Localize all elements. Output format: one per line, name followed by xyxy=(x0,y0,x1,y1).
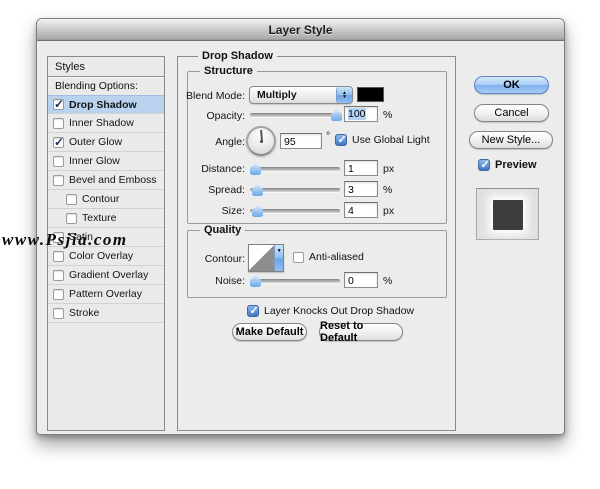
distance-slider-track[interactable] xyxy=(250,167,340,171)
anti-aliased-row[interactable]: Anti-aliased xyxy=(293,251,364,263)
sidebar-item-label: Color Overlay xyxy=(69,250,134,262)
angle-center-dot-icon xyxy=(259,139,263,143)
blend-mode-label: Blend Mode: xyxy=(186,90,245,102)
make-default-button[interactable]: Make Default xyxy=(232,323,307,341)
popup-stepper-icon: ▲ ▼ xyxy=(336,87,352,103)
color-overlay-checkbox[interactable] xyxy=(53,250,64,262)
panel-title: Drop Shadow xyxy=(198,50,277,62)
new-style-button[interactable]: New Style... xyxy=(469,131,553,149)
spread-label: Spread: xyxy=(208,184,245,196)
angle-field[interactable] xyxy=(280,133,322,149)
blend-mode-value: Multiply xyxy=(257,89,297,101)
sidebar-item-label: Contour xyxy=(82,193,120,205)
size-field[interactable] xyxy=(344,202,378,218)
layer-style-dialog: Layer Style Styles Blending Options: Def… xyxy=(36,18,565,435)
sidebar-item-blending-options[interactable]: Blending Options: Default xyxy=(48,77,164,111)
bevel-emboss-checkbox[interactable] xyxy=(53,174,64,186)
pattern-overlay-checkbox[interactable] xyxy=(53,288,64,300)
texture-checkbox[interactable] xyxy=(66,212,77,224)
stroke-checkbox[interactable] xyxy=(53,307,64,319)
spread-unit: % xyxy=(383,184,393,196)
cancel-button[interactable]: Cancel xyxy=(474,104,549,122)
sidebar-item-label: Bevel and Emboss xyxy=(69,174,157,186)
inner-shadow-checkbox[interactable] xyxy=(53,117,64,129)
preview-shadow-square xyxy=(493,200,523,230)
preview-checkbox[interactable] xyxy=(478,158,490,171)
use-global-light-row[interactable]: Use Global Light xyxy=(335,133,430,146)
quality-title: Quality xyxy=(200,224,246,236)
distance-label: Distance: xyxy=(201,163,245,175)
sidebar-item-label: Stroke xyxy=(69,307,100,319)
sidebar-item-inner-shadow[interactable]: Inner Shadow xyxy=(48,114,164,133)
noise-unit: % xyxy=(383,275,393,287)
contour-checkbox[interactable] xyxy=(66,193,77,205)
knockout-row[interactable]: Layer Knocks Out Drop Shadow xyxy=(247,304,414,317)
contour-picker[interactable]: ▼ xyxy=(248,244,284,272)
anti-aliased-label: Anti-aliased xyxy=(309,251,364,263)
opacity-slider-track[interactable] xyxy=(250,113,340,117)
sidebar-item-bevel-and-emboss[interactable]: Bevel and Emboss xyxy=(48,171,164,190)
sidebar-item-label: Inner Glow xyxy=(69,155,120,167)
noise-label: Noise: xyxy=(215,275,245,287)
angle-label: Angle: xyxy=(215,136,245,148)
sidebar-item-pattern-overlay[interactable]: Pattern Overlay xyxy=(48,285,164,304)
use-global-light-label: Use Global Light xyxy=(352,134,430,146)
preview-thumbnail xyxy=(476,188,539,240)
sidebar-item-label: Pattern Overlay xyxy=(69,288,142,300)
preview-row[interactable]: Preview xyxy=(478,158,537,171)
contour-dropdown-arrow-icon: ▼ xyxy=(274,245,283,271)
size-label: Size: xyxy=(221,205,245,217)
distance-field[interactable] xyxy=(344,160,378,176)
size-slider-track[interactable] xyxy=(250,209,340,213)
anti-aliased-checkbox[interactable] xyxy=(293,251,304,263)
sidebar-item-stroke[interactable]: Stroke xyxy=(48,304,164,323)
sidebar-item-label: Outer Glow xyxy=(69,136,123,148)
styles-header: Styles xyxy=(48,57,164,77)
contour-thumbnail-icon xyxy=(249,245,275,271)
sidebar-item-gradient-overlay[interactable]: Gradient Overlay xyxy=(48,266,164,285)
drop-shadow-panel: Drop Shadow Structure Blend Mode: Multip… xyxy=(177,50,456,431)
preview-label: Preview xyxy=(495,159,537,171)
contour-label: Contour: xyxy=(204,253,245,265)
title-bar[interactable]: Layer Style xyxy=(37,19,564,41)
blend-mode-popup[interactable]: Multiply ▲ ▼ xyxy=(249,86,353,104)
sidebar-item-outer-glow[interactable]: Outer Glow xyxy=(48,133,164,152)
gradient-overlay-checkbox[interactable] xyxy=(53,269,64,281)
structure-title: Structure xyxy=(200,65,257,77)
angle-dial[interactable] xyxy=(246,126,276,156)
ok-button[interactable]: OK xyxy=(474,76,549,94)
sidebar-item-drop-shadow[interactable]: Drop Shadow xyxy=(48,95,164,114)
spread-slider-track[interactable] xyxy=(250,188,340,192)
noise-slider-track[interactable] xyxy=(250,279,340,283)
size-unit: px xyxy=(383,205,395,217)
angle-unit: ° xyxy=(326,130,331,142)
sidebar-item-inner-glow[interactable]: Inner Glow xyxy=(48,152,164,171)
drop-shadow-checkbox[interactable] xyxy=(53,97,64,111)
sidebar-item-label: Inner Shadow xyxy=(69,117,134,129)
inner-glow-checkbox[interactable] xyxy=(53,155,64,167)
outer-glow-checkbox[interactable] xyxy=(53,135,64,149)
sidebar-item-contour[interactable]: Contour xyxy=(48,190,164,209)
sidebar-item-label: Drop Shadow xyxy=(69,98,137,111)
opacity-label: Opacity: xyxy=(206,110,245,122)
window-title: Layer Style xyxy=(268,22,333,37)
spread-field[interactable] xyxy=(344,181,378,197)
knockout-label: Layer Knocks Out Drop Shadow xyxy=(264,305,414,317)
sidebar-item-label: Gradient Overlay xyxy=(69,269,149,281)
reset-to-default-button[interactable]: Reset to Default xyxy=(319,320,403,344)
sidebar-item-texture[interactable]: Texture xyxy=(48,209,164,228)
watermark-text: www.Psjia.com xyxy=(2,230,128,249)
shadow-color-swatch[interactable] xyxy=(357,87,384,102)
desktop: www.Psjia.com Layer Style Styles Blendin… xyxy=(0,0,600,489)
use-global-light-checkbox[interactable] xyxy=(335,133,347,146)
sidebar-item-label: Texture xyxy=(82,212,117,224)
distance-unit: px xyxy=(383,163,395,175)
noise-field[interactable] xyxy=(344,272,378,288)
opacity-unit: % xyxy=(383,109,393,121)
opacity-field[interactable]: 100 xyxy=(344,106,378,122)
knockout-checkbox[interactable] xyxy=(247,304,259,317)
